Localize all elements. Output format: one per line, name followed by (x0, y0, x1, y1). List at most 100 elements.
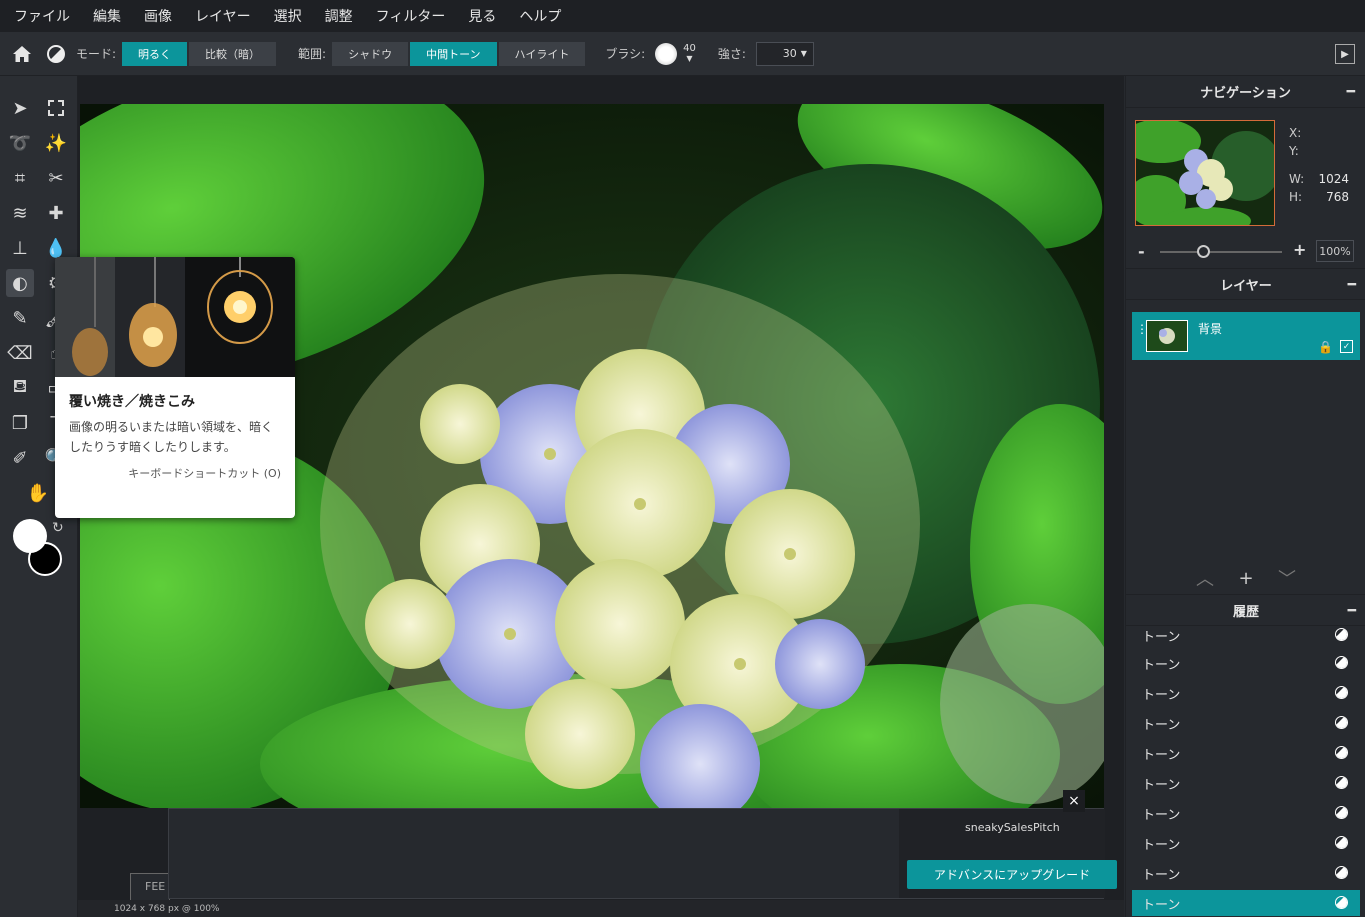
cut-tool[interactable]: ✂ (42, 164, 70, 192)
home-button[interactable] (0, 32, 44, 76)
layer-thumbnail (1146, 320, 1188, 352)
x-label: X: (1289, 126, 1302, 140)
copy-icon: ❐ (11, 412, 29, 434)
collapse-icon[interactable]: ━ (1347, 84, 1355, 100)
dodge-burn-icon (1335, 896, 1348, 909)
history-item[interactable]: トーン (1132, 770, 1360, 796)
liquify-tool[interactable]: ≋ (6, 199, 34, 227)
menu-filter[interactable]: フィルター (376, 6, 446, 26)
menu-select[interactable]: 選択 (274, 6, 302, 26)
eraser-tool[interactable]: ⌫ (6, 339, 34, 367)
visibility-checkbox[interactable]: ✓ (1340, 340, 1353, 353)
menu-view[interactable]: 見る (468, 6, 496, 26)
dodge-burn-icon (1335, 866, 1348, 879)
tool-tooltip: 覆い焼き／焼きこみ 画像の明るいまたは暗い領域を、暗くしたりうす暗くしたりします… (55, 257, 295, 518)
foreground-color-swatch[interactable] (13, 519, 47, 553)
history-item[interactable]: トーン (1132, 860, 1360, 886)
dodge-burn-icon: ◐ (12, 272, 28, 294)
status-bar: 1024 x 768 px @ 100% (78, 900, 1124, 917)
history-item[interactable]: トーン (1132, 680, 1360, 706)
panel-toggle-button[interactable]: ▶ (1335, 44, 1355, 64)
history-header[interactable]: 履歴 ━ (1126, 594, 1365, 626)
history-item[interactable]: トーン (1132, 710, 1360, 736)
menu-edit[interactable]: 編集 (93, 6, 121, 26)
add-layer-icon[interactable]: + (1238, 568, 1253, 589)
scissors-icon: ✂ (48, 167, 64, 189)
history-item-label: トーン (1142, 629, 1181, 645)
image-info: 1024 x 768 px @ 100% (114, 903, 220, 914)
menu-layer[interactable]: レイヤー (195, 6, 251, 26)
history-item[interactable]: トーン (1132, 628, 1360, 648)
heal-tool[interactable]: ✚ (42, 199, 70, 227)
mode-lighten-button[interactable]: 明るく (122, 41, 188, 66)
lock-icon[interactable]: 🔒 (1318, 340, 1333, 354)
dodge-burn-icon (1335, 686, 1348, 699)
strength-value: 30 (782, 47, 797, 60)
swap-colors-icon[interactable]: ↻ (52, 520, 64, 536)
brush-label: ブラシ: (605, 47, 646, 61)
dodge-burn-tool[interactable]: ◐ (6, 269, 34, 297)
brush-preview[interactable] (655, 42, 678, 65)
dodge-burn-icon (1335, 628, 1348, 641)
zoom-slider-track[interactable] (1160, 251, 1282, 253)
marquee-tool[interactable] (42, 94, 70, 122)
range-shadows-button[interactable]: シャドウ (332, 41, 409, 66)
collapse-panel-icon: ▶ (1341, 48, 1349, 60)
chevron-down-icon: ▼ (686, 53, 693, 63)
brush-size-selector[interactable]: 40 ▼ (683, 43, 696, 64)
move-tool[interactable]: ➤ (6, 94, 34, 122)
history-item[interactable]: トーン (1132, 800, 1360, 826)
layer-thumbnail-image (1147, 321, 1187, 351)
navigation-thumbnail[interactable] (1135, 120, 1275, 226)
move-layer-up-icon[interactable]: ︿ (1196, 565, 1214, 591)
tooltip-shortcut: キーボードショートカット (O) (128, 467, 281, 480)
zoom-out-button[interactable]: - (1138, 242, 1145, 261)
upgrade-button[interactable]: アドバンスにアップグレード (907, 860, 1117, 889)
mode-label: モード: (76, 47, 117, 61)
move-layer-down-icon[interactable]: ﹀ (1278, 565, 1296, 591)
lasso-tool[interactable]: ➰ (6, 129, 34, 157)
history-item-label: トーン (1142, 747, 1181, 763)
bandage-icon: ✚ (48, 202, 64, 224)
w-value: 1024 (1318, 172, 1349, 186)
dodge-burn-icon (1335, 806, 1348, 819)
collapse-icon[interactable]: ━ (1348, 277, 1356, 293)
menu-bar: ファイル 編集 画像 レイヤー 選択 調整 フィルター 見る ヘルプ (0, 0, 1365, 32)
feedback-tab[interactable]: FEE (130, 873, 170, 900)
hand-icon: ✋ (26, 482, 50, 504)
menu-help[interactable]: ヘルプ (519, 6, 561, 26)
right-panel: ナビゲーション ━ X: Y: W: 1024 H: 768 - + 100% … (1125, 76, 1365, 917)
collapse-icon[interactable]: ━ (1348, 603, 1356, 619)
strength-dropdown[interactable]: 30 ▼ (755, 41, 814, 66)
stamp-tool[interactable]: ⊥ (6, 234, 34, 262)
mode-darken-button[interactable]: 比較（暗） (189, 41, 277, 66)
eyedropper-tool[interactable]: ✐ (6, 444, 34, 472)
range-highlights-button[interactable]: ハイライト (498, 41, 586, 66)
layers-header[interactable]: レイヤー ━ (1126, 268, 1365, 300)
navigation-header[interactable]: ナビゲーション ━ (1126, 76, 1365, 108)
zoom-row: - + 100% (1126, 240, 1365, 264)
magic-wand-tool[interactable]: ✨ (42, 129, 70, 157)
ad-content (169, 809, 899, 898)
hand-tool[interactable]: ✋ (24, 479, 52, 507)
magic-wand-icon: ✨ (44, 132, 68, 154)
history-item[interactable]: トーン (1132, 830, 1360, 856)
menu-adjust[interactable]: 調整 (325, 6, 353, 26)
history-item[interactable]: トーン (1132, 650, 1360, 676)
history-item[interactable]: トーン (1132, 740, 1360, 766)
layer-item[interactable]: ⋮ 背景 🔒 ✓ (1132, 312, 1360, 360)
crop-tool[interactable]: ⌗ (6, 164, 34, 192)
clone-tool[interactable]: ❐ (6, 409, 34, 437)
pencil-icon: ✎ (12, 307, 28, 329)
fill-tool[interactable]: ⛾ (6, 374, 34, 402)
menu-image[interactable]: 画像 (144, 6, 172, 26)
range-midtones-button[interactable]: 中間トーン (410, 41, 497, 66)
close-ad-button[interactable]: × (1063, 790, 1085, 812)
pencil-tool[interactable]: ✎ (6, 304, 34, 332)
zoom-in-button[interactable]: + (1293, 240, 1306, 259)
history-item-current[interactable]: トーン (1132, 890, 1360, 916)
menu-file[interactable]: ファイル (14, 6, 70, 26)
zoom-slider-handle[interactable] (1196, 245, 1210, 258)
lasso-icon: ➰ (8, 132, 32, 154)
zoom-input[interactable]: 100% (1316, 240, 1354, 262)
